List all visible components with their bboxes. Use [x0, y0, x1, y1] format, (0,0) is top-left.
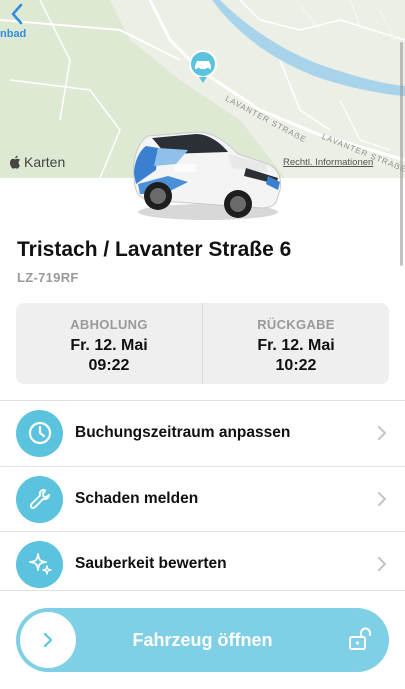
- clock-icon: [16, 409, 63, 457]
- wrench-icon: [16, 475, 63, 523]
- back-label[interactable]: nbad: [0, 28, 26, 40]
- rate-cleanliness-label: Sauberkeit bewerten: [75, 555, 227, 572]
- car-pin-icon[interactable]: [187, 50, 219, 84]
- return-time-block: RÜCKGABE Fr. 12. Mai 10:22: [202, 303, 389, 384]
- chevron-right-icon: [378, 557, 386, 571]
- adjust-booking-label: Buchungszeitraum anpassen: [75, 424, 291, 441]
- back-button[interactable]: [4, 0, 30, 28]
- license-plate: LZ-719RF: [17, 270, 79, 285]
- sparkle-icon: [16, 540, 63, 588]
- pickup-date: Fr. 12. Mai: [70, 337, 148, 354]
- chevron-left-icon: [11, 3, 23, 25]
- chevron-right-icon: [378, 492, 386, 506]
- return-time: 10:22: [275, 357, 317, 374]
- scrollbar[interactable]: [400, 42, 403, 266]
- open-vehicle-slider[interactable]: Fahrzeug öffnen: [16, 608, 389, 672]
- report-damage-row[interactable]: Schaden melden: [0, 467, 405, 531]
- vehicle-location-title: Tristach / Lavanter Straße 6: [17, 238, 292, 261]
- divider: [0, 590, 405, 591]
- pickup-caption: ABHOLUNG: [70, 317, 148, 332]
- unlock-icon: [349, 627, 371, 650]
- legal-link[interactable]: Rechtl. Informationen: [283, 157, 373, 168]
- maps-brand-label: Karten: [24, 154, 66, 170]
- chevron-right-icon: [43, 632, 53, 648]
- pickup-time: 09:22: [88, 357, 130, 374]
- pickup-time-block: ABHOLUNG Fr. 12. Mai 09:22: [16, 303, 202, 384]
- rate-cleanliness-row[interactable]: Sauberkeit bewerten: [0, 532, 405, 596]
- slider-handle[interactable]: [20, 612, 76, 668]
- apple-icon: [10, 155, 20, 169]
- chevron-right-icon: [378, 426, 386, 440]
- vehicle-image: [133, 131, 281, 220]
- report-damage-label: Schaden melden: [75, 490, 199, 507]
- return-date: Fr. 12. Mai: [257, 337, 335, 354]
- adjust-booking-row[interactable]: Buchungszeitraum anpassen: [0, 401, 405, 465]
- booking-times-card: ABHOLUNG Fr. 12. Mai 09:22 RÜCKGABE Fr. …: [16, 303, 389, 384]
- maps-logo: Karten: [10, 154, 65, 170]
- return-caption: RÜCKGABE: [257, 317, 335, 332]
